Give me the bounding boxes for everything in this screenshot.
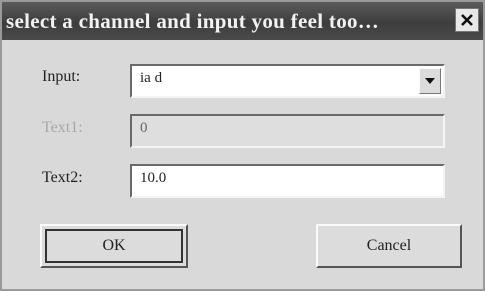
cancel-button-label: Cancel — [366, 237, 412, 254]
ok-button-label: OK — [102, 237, 126, 254]
dialog-window: select a channel and input you feel too…… — [0, 0, 485, 291]
title-bar[interactable]: select a channel and input you feel too… — [2, 2, 483, 40]
text1-field: 0 — [130, 114, 445, 148]
close-icon — [461, 14, 473, 26]
text1-label: Text1: — [42, 119, 83, 136]
close-button[interactable] — [455, 8, 479, 32]
dialog-title: select a channel and input you feel too… — [6, 9, 380, 33]
dropdown-button[interactable] — [419, 68, 441, 94]
text1-value: 0 — [140, 120, 148, 136]
input-label: Input: — [42, 68, 81, 85]
text2-field[interactable]: 10.0 — [130, 164, 445, 198]
ok-button[interactable]: OK — [40, 224, 188, 268]
text2-label: Text2: — [42, 169, 83, 186]
input-select[interactable]: ia d — [130, 64, 445, 98]
chevron-down-icon — [425, 78, 435, 84]
text2-value: 10.0 — [140, 170, 167, 186]
cancel-button[interactable]: Cancel — [316, 224, 462, 268]
input-select-value: ia d — [140, 70, 163, 86]
